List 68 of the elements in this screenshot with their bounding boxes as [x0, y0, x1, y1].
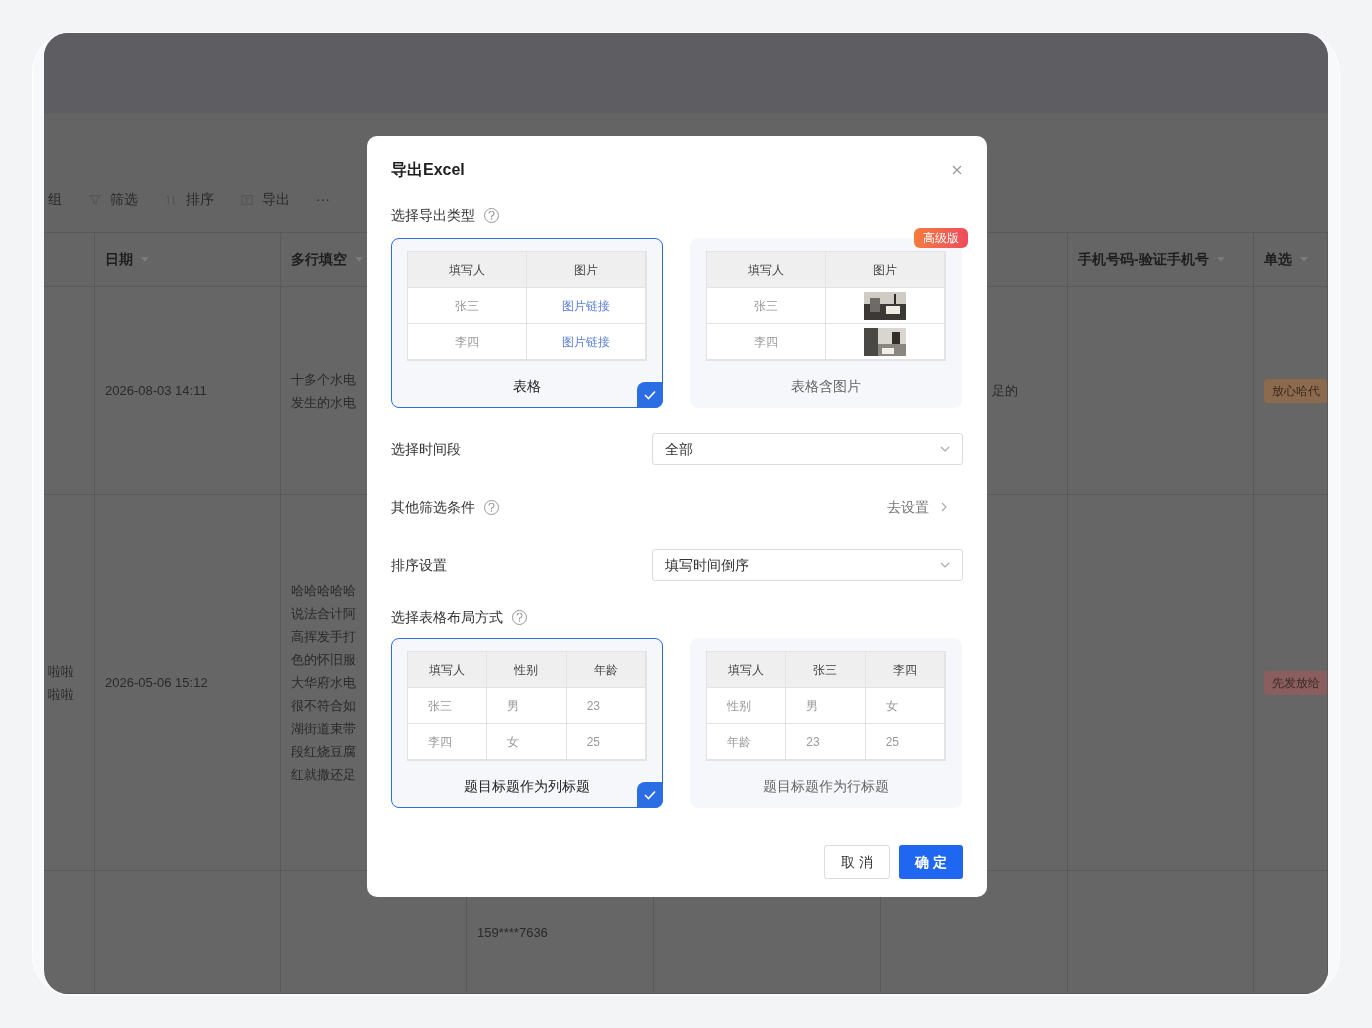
- premium-badge: 高级版: [914, 228, 968, 248]
- table-header-cell: 年龄: [566, 652, 646, 688]
- table-cell: 年龄: [707, 724, 787, 760]
- table-cell: 23: [566, 688, 646, 724]
- cancel-button[interactable]: 取 消: [824, 845, 891, 879]
- select-field[interactable]: 全部: [652, 433, 963, 465]
- confirm-button[interactable]: 确 定: [899, 845, 963, 879]
- column-header[interactable]: 单选: [1254, 233, 1328, 287]
- link-cell: 图片链接: [527, 288, 646, 324]
- check-icon: [637, 782, 663, 808]
- table-cell: 2026-08-03 14:11: [95, 287, 281, 495]
- check-icon: [637, 382, 663, 408]
- column-title: 手机号码-验证手机号: [1078, 250, 1209, 269]
- dialog-title: 导出Excel: [391, 160, 465, 180]
- table-cell: 张三: [408, 288, 527, 324]
- toolbar-button[interactable]: ···: [316, 189, 330, 210]
- option-label: 题目标题作为行标题: [763, 777, 889, 796]
- column-title: 日期: [105, 250, 133, 269]
- option-tag: 先发放给: [1264, 670, 1327, 695]
- table-header-cell: 图片: [527, 252, 646, 288]
- close-icon[interactable]: [951, 164, 963, 176]
- table-header-cell: 李四: [865, 652, 945, 688]
- option-card[interactable]: 填写人 图片 张三 图片链接 李四 图片链接 表格: [391, 238, 663, 408]
- table-cell: 性别: [707, 688, 787, 724]
- table-cell: 李四: [408, 724, 488, 760]
- toolbar-button[interactable]: 导出: [262, 189, 290, 210]
- chevron-right-icon[interactable]: [941, 502, 947, 512]
- column-title: 多行填空: [291, 250, 347, 269]
- field-label: 选择时间段: [391, 439, 461, 459]
- column-header[interactable]: 日期: [95, 233, 281, 287]
- option-label: 表格含图片: [791, 377, 861, 396]
- option-card[interactable]: 填写人 性别 年龄 张三 男 23 李四 女 25 题目标题作为列标题: [391, 638, 663, 808]
- table-cell: 25: [566, 724, 646, 760]
- option-label: 题目标题作为列标题: [464, 777, 590, 796]
- table-cell: 张三: [707, 288, 826, 324]
- table-cell: 2026-05-06 15:12: [95, 495, 281, 871]
- section-label: 选择导出类型: [391, 206, 475, 225]
- table-header-cell: 张三: [786, 652, 866, 688]
- table-header-cell: 填写人: [707, 252, 826, 288]
- table-header-cell: 填写人: [408, 652, 488, 688]
- table-cell: 男: [487, 688, 567, 724]
- table-cell: 女: [865, 688, 945, 724]
- table-header-cell: 图片: [826, 252, 945, 288]
- field-label: 排序设置: [391, 555, 447, 575]
- table-header-cell: 填写人: [408, 252, 527, 288]
- column-header[interactable]: [44, 233, 95, 287]
- table-cell: 25: [865, 724, 945, 760]
- settings-link[interactable]: 去设置: [887, 496, 929, 518]
- toolbar-button[interactable]: 组: [48, 189, 62, 210]
- column-header[interactable]: 手机号码-验证手机号: [1068, 233, 1254, 287]
- table-cell: 啦啦 啦啦: [44, 495, 95, 871]
- column-title: 单选: [1264, 250, 1292, 269]
- chevron-down-icon[interactable]: [940, 562, 950, 568]
- link-cell: 图片链接: [527, 324, 646, 360]
- option-tag: 放心哈代: [1264, 378, 1327, 403]
- chevron-down-icon[interactable]: [940, 446, 950, 452]
- option-card[interactable]: 填写人 张三 李四 性别 男 女 年龄 23 25 题目标题作为行标题: [690, 638, 962, 808]
- table-header-cell: 性别: [487, 652, 567, 688]
- table-cell: 张三: [408, 688, 488, 724]
- toolbar-button[interactable]: 排序: [186, 189, 214, 210]
- table-cell: 男: [786, 688, 866, 724]
- option-label: 表格: [513, 377, 541, 396]
- table-cell: 女: [487, 724, 567, 760]
- table-cell: 23: [786, 724, 866, 760]
- table-cell: 李四: [707, 324, 826, 360]
- table-header-cell: 填写人: [707, 652, 787, 688]
- select-field[interactable]: 填写时间倒序: [652, 549, 963, 581]
- table-cell: 李四: [408, 324, 527, 360]
